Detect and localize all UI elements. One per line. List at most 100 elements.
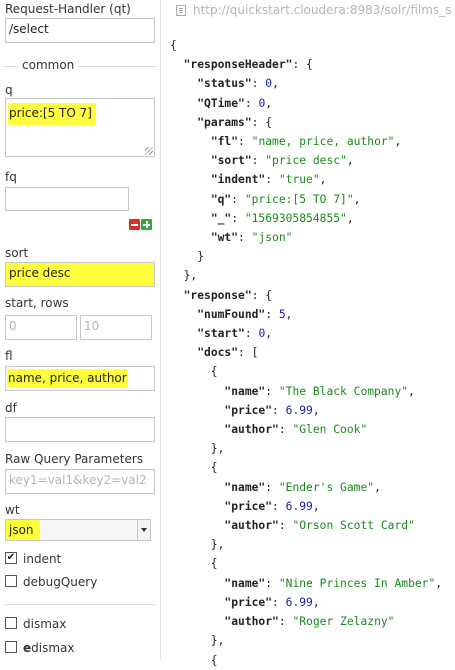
sort-input[interactable]: price desc [5,262,155,287]
json-punctuation: : [278,615,293,629]
indent-checkbox[interactable]: ✔ [5,552,17,564]
df-input[interactable] [5,417,155,442]
json-punctuation [170,327,197,340]
json-line: "start": 0, [170,327,272,340]
json-key: "docs" [197,346,239,360]
json-punctuation [170,154,211,167]
fl-label: fl [5,349,13,363]
json-punctuation [170,77,197,90]
json-line: "docs": [ [170,346,258,359]
json-line: "indent": "true", [170,173,327,187]
fl-value: name, price, author [7,369,128,387]
json-key: "price" [224,403,273,417]
json-punctuation [170,173,211,186]
dismax-label: dismax [23,617,67,631]
json-key: "author" [224,423,279,437]
json-line: }, [170,538,225,552]
json-punctuation: , [346,211,354,225]
json-punctuation: }, [170,538,225,552]
json-key: "author" [224,615,279,629]
json-punctuation: , [374,480,381,494]
common-section-title: common [20,58,77,72]
fq-label: fq [5,170,17,184]
dismax-checkbox[interactable] [5,617,17,629]
start-input[interactable]: 0 [5,315,77,340]
json-punctuation: , [312,499,320,513]
json-line: "params": { [170,116,272,129]
json-punctuation: , [394,135,402,149]
raw-query-input[interactable]: key1=val1&key2=val2 [5,469,155,494]
json-punctuation [170,500,224,513]
json-punctuation: , [265,96,273,110]
debug-query-checkbox[interactable] [5,575,17,587]
json-string-value: "1569305854855" [244,211,347,225]
wt-select[interactable]: json [5,519,151,541]
json-punctuation [170,596,224,609]
chevron-down-icon[interactable] [137,520,150,540]
start-rows-label: start, rows [5,296,69,310]
rows-input[interactable]: 10 [80,315,152,340]
json-punctuation [170,385,224,398]
json-line: "name": "Ender's Game", [170,480,381,494]
remove-fq-icon[interactable] [129,219,140,230]
json-punctuation: : [244,96,259,110]
json-punctuation: , [272,77,279,91]
json-punctuation: : [272,499,286,513]
json-punctuation: : [265,480,279,494]
json-number-value: 6.99 [285,499,313,513]
json-line: "numFound": 5, [170,308,292,321]
q-value: price:[5 TO 7] [8,103,96,125]
json-line: "price": 6.99, [170,499,320,513]
json-punctuation [170,404,224,417]
json-string-value: "Roger Zelazny" [292,615,395,629]
json-line: "sort": "price desc", [170,154,354,167]
json-key: "params" [197,115,252,129]
json-punctuation [170,519,224,532]
json-line: "author": "Roger Zelazny" [170,615,394,628]
json-line: "wt": "json" [170,231,293,245]
json-punctuation [170,423,224,436]
fq-add-remove-controls [129,219,152,230]
json-punctuation [170,193,211,206]
json-punctuation [170,116,197,129]
wt-value: json [6,520,40,540]
json-punctuation [170,481,224,494]
json-punctuation: , [312,595,320,609]
debug-query-label: debugQuery [23,575,98,589]
edismax-checkbox[interactable] [5,641,17,653]
fq-input[interactable] [5,187,129,211]
edismax-label-initial: e [23,641,32,655]
edismax-label: edismax [23,641,75,655]
json-punctuation: : [265,307,279,321]
json-string-value: "true" [278,173,320,187]
json-punctuation: : [278,519,293,533]
fl-input[interactable]: name, price, author [5,366,155,391]
edismax-label-text: edismax [23,641,75,655]
json-punctuation: : { [251,288,273,302]
json-punctuation: , [408,384,415,398]
json-punctuation: , [353,192,361,206]
q-textarea[interactable]: price:[5 TO 7] [5,98,155,157]
response-url-link[interactable]: http://quickstart.cloudera:8983/solr/fil… [193,3,451,17]
json-line: "price": 6.99, [170,403,319,417]
json-key: "author" [224,519,279,533]
json-key: "start" [197,327,245,341]
json-line: "responseHeader": { [170,58,313,71]
json-punctuation: , [285,307,293,321]
json-string-value: "price desc" [265,154,347,168]
json-key: "_" [210,211,232,225]
resize-grip-icon[interactable] [145,147,153,155]
json-punctuation: , [346,154,354,168]
json-key: "name" [224,576,266,590]
json-punctuation: : [238,231,252,245]
request-handler-input[interactable]: /select [5,18,155,43]
json-punctuation [170,58,184,71]
add-fq-icon[interactable] [141,219,152,230]
json-punctuation: }, [170,634,225,648]
json-punctuation [170,577,224,590]
json-line: "QTime": 0, [170,97,272,110]
json-punctuation [170,97,197,110]
edismax-label-rest: dismax [31,641,75,655]
json-punctuation: { [170,365,218,379]
json-punctuation [170,135,211,148]
